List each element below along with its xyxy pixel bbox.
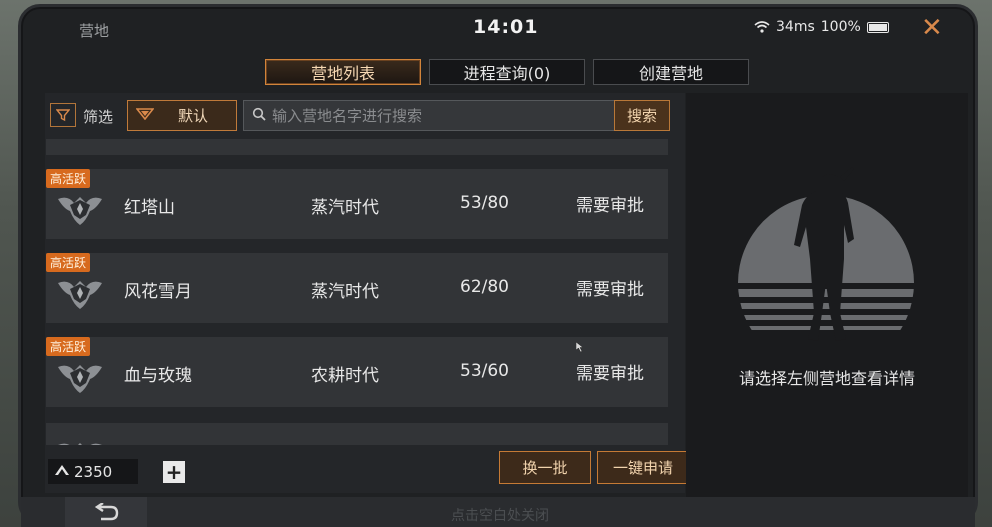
camp-detail-panel: 请选择左侧营地查看详情: [686, 93, 968, 498]
search-icon: [252, 107, 266, 125]
close-icon[interactable]: ✕: [921, 13, 943, 43]
camp-name: 红塔山: [124, 198, 175, 218]
search-input[interactable]: [270, 105, 604, 126]
list-item-partial[interactable]: [46, 423, 668, 445]
filter-toolbar: 筛选 默认 搜索: [45, 98, 685, 132]
activity-badge: 高活跃: [46, 337, 91, 356]
list-footer: 2350 + 换一批 一键申请: [45, 447, 689, 493]
close-hint[interactable]: 点击空白处关闭: [451, 505, 549, 525]
camp-list: 高活跃 红塔山 蒸汽时代 53/80 需要审批 高活跃 风花雪月 蒸汽时代 62…: [45, 139, 685, 445]
add-currency-button[interactable]: +: [163, 460, 185, 484]
filter-icon[interactable]: [50, 103, 76, 127]
soldier-silhouette-icon: [738, 167, 914, 341]
chevron-down-icon: [135, 107, 155, 124]
currency-value: 2350: [74, 462, 113, 481]
camp-era: 蒸汽时代: [311, 282, 379, 302]
camp-era: 农耕时代: [311, 366, 379, 386]
camp-approval: 需要审批: [576, 196, 644, 216]
activity-badge: 高活跃: [46, 253, 91, 272]
camp-members: 53/80: [460, 193, 509, 213]
bottom-bar: 点击空白处关闭: [21, 497, 975, 527]
camp-approval: 需要审批: [576, 280, 644, 300]
tab-create-camp[interactable]: 创建营地: [593, 59, 749, 85]
camp-dialog: 营地 14:01 34ms 100% ✕ 营地列表 进程查询(0) 创建营地 筛…: [18, 4, 978, 527]
mouse-cursor-icon: [576, 342, 584, 352]
camp-emblem-icon: [58, 197, 102, 225]
battery-value: 100%: [820, 19, 861, 35]
currency-display: 2350: [48, 459, 138, 484]
camp-era: 蒸汽时代: [311, 198, 379, 218]
camp-list-panel: 筛选 默认 搜索 高活跃: [45, 93, 689, 493]
currency-icon: [54, 464, 70, 480]
camp-row[interactable]: 高活跃 风花雪月 蒸汽时代 62/80 需要审批: [46, 253, 668, 323]
ping-value: 34ms: [776, 19, 815, 35]
filter-label: 筛选: [83, 108, 114, 126]
status-camp-label: 营地: [79, 22, 110, 40]
camp-emblem-icon: [58, 365, 102, 393]
apply-all-button[interactable]: 一键申请: [597, 451, 689, 484]
activity-badge: 高活跃: [46, 169, 91, 188]
tab-bar: 营地列表 进程查询(0) 创建营地: [265, 59, 749, 85]
sort-value: 默认: [178, 107, 209, 125]
back-arrow-icon: [94, 503, 119, 521]
status-indicators: 34ms 100%: [754, 19, 889, 35]
tab-camp-list[interactable]: 营地列表: [265, 59, 421, 85]
camp-members: 62/80: [460, 277, 509, 297]
back-button[interactable]: [65, 497, 147, 527]
status-time: 14:01: [473, 16, 539, 38]
camp-row[interactable]: 高活跃 红塔山 蒸汽时代 53/80 需要审批: [46, 169, 668, 239]
camp-members: 53/60: [460, 361, 509, 381]
tab-progress-query[interactable]: 进程查询(0): [429, 59, 585, 85]
camp-emblem-icon: [58, 443, 102, 445]
status-bar: 营地 14:01 34ms 100% ✕: [21, 7, 975, 49]
camp-name: 风花雪月: [124, 282, 192, 302]
search-button[interactable]: 搜索: [614, 100, 670, 131]
list-item-partial: [46, 139, 668, 155]
camp-emblem-icon: [58, 281, 102, 309]
battery-icon: [866, 21, 889, 33]
sort-dropdown[interactable]: 默认: [127, 100, 237, 131]
detail-hint: 请选择左侧营地查看详情: [738, 369, 915, 388]
camp-approval: 需要审批: [576, 364, 644, 384]
wifi-icon: [754, 21, 770, 33]
refresh-batch-button[interactable]: 换一批: [499, 451, 591, 484]
camp-row[interactable]: 高活跃 血与玫瑰 农耕时代 53/60 需要审批: [46, 337, 668, 407]
search-box: [243, 100, 615, 131]
camp-name: 血与玫瑰: [124, 366, 192, 386]
